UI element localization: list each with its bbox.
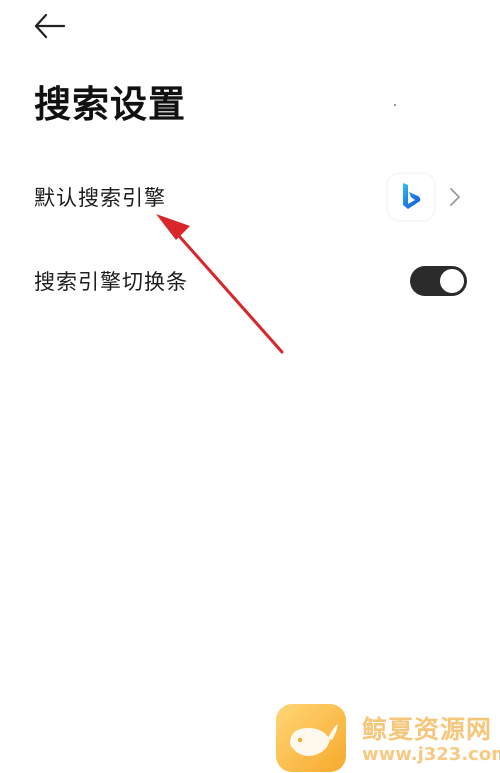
stray-dot — [394, 104, 396, 106]
arrow-left-icon — [34, 13, 66, 39]
back-button[interactable] — [28, 6, 72, 46]
default-search-engine-label: 默认搜索引擎 — [34, 186, 166, 210]
watermark: 鲸夏资源网 www.j323.com — [276, 704, 500, 773]
chevron-right-icon — [450, 188, 460, 206]
search-engine-switch-bar-label: 搜索引擎切换条 — [34, 270, 188, 294]
search-engine-switch-bar-row: 搜索引擎切换条 — [0, 252, 500, 312]
bing-logo-icon — [388, 174, 434, 220]
watermark-name: 鲸夏资源网 — [362, 715, 493, 744]
default-search-engine-row[interactable]: 默认搜索引擎 — [0, 168, 500, 228]
toggle-knob — [440, 269, 464, 293]
search-settings-screen: 搜索设置 默认搜索引擎 搜索引擎切换条 鲸夏资源网 www.j323.com — [0, 0, 500, 773]
search-engine-switch-bar-toggle[interactable] — [410, 266, 467, 296]
watermark-url: www.j323.com — [362, 744, 500, 765]
whale-logo-icon — [276, 704, 346, 772]
page-title: 搜索设置 — [34, 83, 186, 126]
